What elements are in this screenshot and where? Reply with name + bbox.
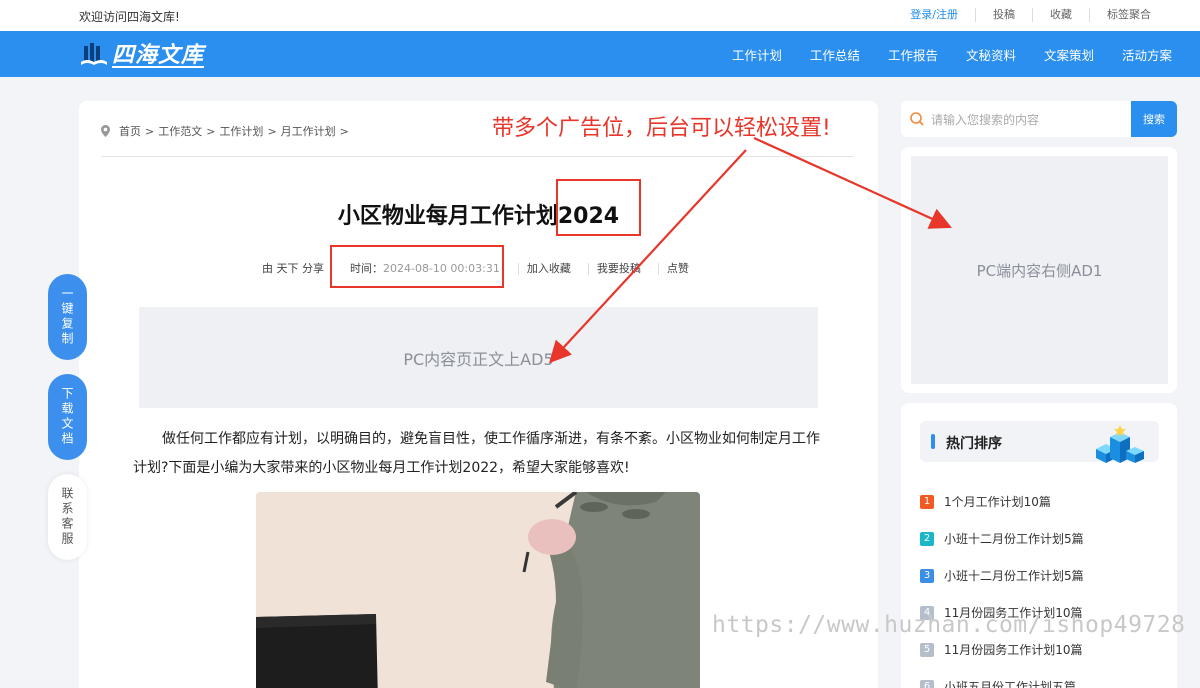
hot-ranking-list: 1 1个月工作计划10篇 2 小班十二月份工作计划5篇 3 小班十二月份工作计划5篇 …: [920, 483, 1170, 688]
book-logo-icon: [81, 43, 107, 65]
hot-item[interactable]: 1 1个月工作计划10篇: [920, 483, 1170, 520]
search-bar: 请输入您搜索的内容 搜索: [901, 101, 1177, 137]
contact-service-label: 联系客服: [60, 487, 74, 547]
annotation-text: 带多个广告位，后台可以轻松设置!: [492, 116, 831, 141]
main-navbar: 四海文库 工作计划 工作总结 工作报告 文秘资料 文案策划 活动方案: [0, 31, 1200, 77]
add-favorite-link[interactable]: 加入收藏: [517, 263, 579, 275]
top-links: 登录/注册 投稿 收藏 标签聚合: [893, 8, 1168, 22]
breadcrumb-separator: >: [339, 124, 349, 138]
hot-item-title[interactable]: 小班十二月份工作计划5篇: [944, 530, 1084, 547]
hot-ranking-card: 热门排序 1 1个月工作计划10篇 2 小班十二月份工作计划5篇 3 小班十二月份工作…: [901, 403, 1177, 688]
hot-ranking-title: 热门排序: [946, 436, 1002, 452]
article-title: 小区物业每月工作计划2024: [337, 204, 620, 229]
submit-link[interactable]: 投稿: [975, 8, 1032, 22]
breadcrumb-templates[interactable]: 工作范文: [158, 123, 202, 139]
watermark-text: https://www.huzhan.com/ishop49728: [712, 612, 1186, 638]
rank-badge: 5: [920, 642, 934, 657]
top-bar: 欢迎访问四海文库! 登录/注册 投稿 收藏 标签聚合: [0, 0, 1200, 31]
author-info: 由 天下 分享: [262, 262, 324, 275]
hot-title-accent: [931, 434, 935, 449]
favorite-link[interactable]: 收藏: [1032, 8, 1089, 22]
breadcrumb-monthly-plan[interactable]: 月工作计划: [281, 123, 336, 139]
breadcrumb-divider: [101, 156, 854, 157]
hot-item-title[interactable]: 小班五月份工作计划五篇: [944, 678, 1076, 688]
hot-item-title[interactable]: 小班十二月份工作计划5篇: [944, 567, 1084, 584]
bar-chart-3d-icon: [1096, 425, 1144, 463]
article-intro: 做任何工作都应有计划，以明确目的，避免盲目性，使工作循序渐进，有条不紊。小区物业…: [133, 431, 820, 476]
nav-event-plan[interactable]: 活动方案: [1108, 45, 1186, 64]
search-placeholder: 请输入您搜索的内容: [931, 112, 1040, 127]
contact-service-button[interactable]: 联系客服: [48, 474, 87, 560]
nav-copywriting[interactable]: 文案策划: [1030, 45, 1108, 64]
download-doc-button[interactable]: 下载文档: [48, 374, 87, 460]
hot-item-title[interactable]: 11月份园务工作计划10篇: [944, 641, 1083, 658]
nav-secretary-docs[interactable]: 文秘资料: [952, 45, 1030, 64]
copy-all-label: 一键复制: [60, 287, 74, 347]
download-doc-label: 下载文档: [60, 387, 74, 447]
register-link[interactable]: 注册: [936, 8, 958, 21]
search-button[interactable]: 搜索: [1131, 101, 1177, 137]
right-ad-card: PC端内容右侧AD1: [901, 147, 1177, 393]
breadcrumb-separator: >: [267, 124, 277, 138]
hot-item-title[interactable]: 1个月工作计划10篇: [944, 493, 1051, 510]
like-link[interactable]: 点赞: [657, 263, 697, 275]
breadcrumb-home[interactable]: 首页: [119, 123, 141, 139]
search-input[interactable]: 请输入您搜索的内容: [901, 101, 1132, 137]
hot-item[interactable]: 6 小班五月份工作计划五篇: [920, 668, 1170, 688]
rank-badge: 6: [920, 679, 934, 688]
site-logo[interactable]: 四海文库: [80, 37, 204, 69]
breadcrumb-work-plan[interactable]: 工作计划: [219, 123, 263, 139]
nav-menu: 工作计划 工作总结 工作报告 文秘资料 文案策划 活动方案: [718, 31, 1186, 77]
hot-item[interactable]: 3 小班十二月份工作计划5篇: [920, 557, 1170, 594]
rank-badge: 2: [920, 531, 934, 546]
ad-slot-right[interactable]: PC端内容右侧AD1: [911, 156, 1168, 384]
article-card: 首页 > 工作范文 > 工作计划 > 月工作计划 > 小区物业每月工作计划202…: [79, 101, 878, 688]
breadcrumb-separator: >: [145, 124, 155, 138]
welcome-text: 欢迎访问四海文库!: [79, 10, 180, 24]
auth-links: 登录/注册: [893, 8, 975, 22]
breadcrumb-separator: >: [206, 124, 216, 138]
annotation-box-time: [330, 245, 504, 288]
logo-text: 四海文库: [112, 42, 205, 68]
breadcrumb: 首页 > 工作范文 > 工作计划 > 月工作计划 >: [101, 123, 353, 139]
tags-link[interactable]: 标签聚合: [1089, 8, 1168, 22]
hot-ranking-header: 热门排序: [920, 421, 1159, 463]
article-illustration: [256, 492, 700, 688]
hot-item[interactable]: 2 小班十二月份工作计划5篇: [920, 520, 1170, 557]
rank-badge: 1: [920, 494, 934, 509]
annotation-box-title: [556, 179, 641, 236]
search-icon: [910, 112, 924, 126]
submit-article-link[interactable]: 我要投稿: [587, 263, 649, 275]
ad-slot-content-top[interactable]: PC内容页正文上AD5: [139, 307, 818, 408]
rank-badge: 3: [920, 568, 934, 583]
login-link[interactable]: 登录: [910, 8, 932, 21]
illustration-drawing: [256, 492, 700, 688]
nav-work-plan[interactable]: 工作计划: [718, 45, 796, 64]
nav-work-report[interactable]: 工作报告: [874, 45, 952, 64]
nav-work-summary[interactable]: 工作总结: [796, 45, 874, 64]
copy-all-button[interactable]: 一键复制: [48, 274, 87, 360]
location-pin-icon: [101, 125, 110, 137]
